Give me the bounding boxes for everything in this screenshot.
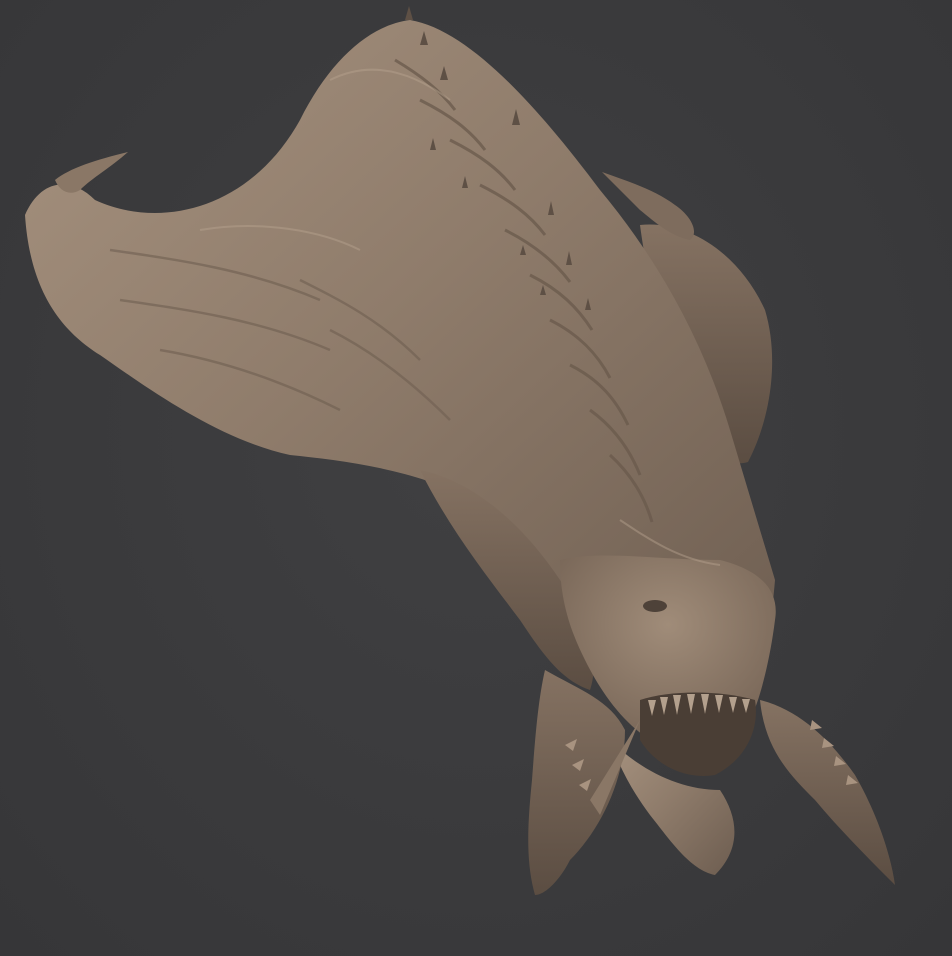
eye (643, 600, 667, 612)
right-mandible (760, 700, 895, 885)
left-claw (55, 152, 128, 193)
mouth (640, 692, 756, 776)
creature-sculpt (25, 6, 895, 895)
sculpt-viewport[interactable] (0, 0, 952, 956)
